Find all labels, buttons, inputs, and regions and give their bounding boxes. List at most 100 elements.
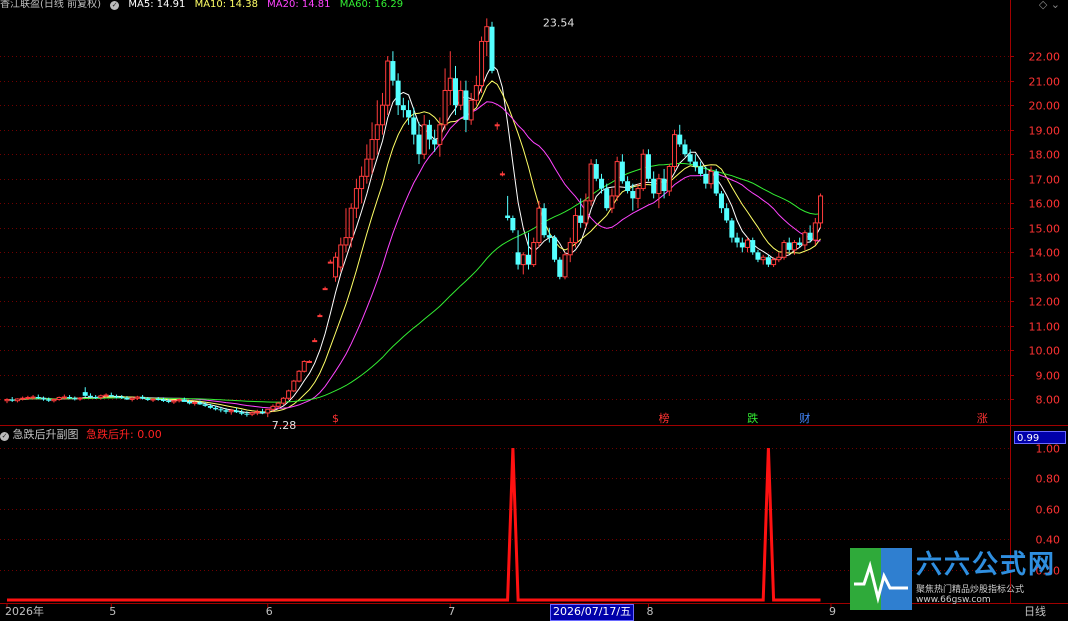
candle-body [411,117,417,135]
candle-body [333,256,339,278]
candle-body [713,171,719,194]
candle-body [614,161,620,197]
candle-body [46,399,52,401]
indicator-value: 急跌后升: 0.00 [86,428,162,441]
ma20-label: MA20: 14.81 [267,0,331,10]
price-tick-label: 13.00 [1029,272,1061,285]
candle-body [239,412,245,414]
candle-body [25,397,31,400]
candle-body [479,40,485,87]
candle-body [786,242,792,250]
candle-body [818,195,824,224]
candle-body [739,242,745,248]
candle-body [572,215,578,244]
candle-body [228,410,234,413]
candle-body [578,215,584,223]
candle-body [703,173,709,184]
candle-body [353,188,359,209]
candle-body [4,398,10,402]
indicator-toggle-icon[interactable]: ✓ [0,432,9,441]
candle-body [67,397,73,399]
candle-body [364,158,370,177]
candle-body [265,408,271,414]
candle-body [61,396,67,399]
ma60-label: MA60: 16.29 [339,0,404,10]
watermark-title: 六六公式网 [916,550,1057,580]
candle-body [588,163,594,202]
candle-body [750,240,756,253]
price-annotation: 23.54 [543,16,575,29]
candle-body [468,99,474,121]
candle-body [145,398,151,400]
candle-body [765,257,771,265]
candle-body [213,407,219,410]
candle-body [400,105,406,111]
price-tick-label: 11.00 [1029,321,1061,334]
candle-body [546,235,552,238]
candle-body [233,410,239,413]
x-axis-label: 7 [448,605,456,618]
candle-body [301,360,307,372]
candle-body [666,166,672,192]
candle-body [531,242,537,266]
window-controls: ◇ ⌄ [1039,0,1060,11]
candle-body [656,178,662,194]
candle-body [134,396,140,399]
candle-body [640,153,646,190]
candle-body [41,398,47,400]
candle-body [510,218,516,231]
candle-body [218,409,224,411]
chevron-down-icon[interactable]: ⌄ [1051,0,1060,11]
candle-body [484,26,490,42]
candle-body [552,237,558,260]
candle-body [698,166,704,174]
candle-body [275,402,281,407]
event-marker: 涨 [977,412,988,425]
candle-body [72,398,78,400]
candle-body [312,340,318,343]
candle-body [526,254,531,265]
price-tick-label: 18.00 [1029,149,1061,162]
price-tick-label: 14.00 [1029,247,1061,260]
candle-body [494,124,500,127]
candle-body [306,360,312,363]
candle-body [442,89,448,126]
candle-body [9,399,15,401]
candle-body [452,78,458,106]
candle-body [181,399,187,402]
candle-body [343,237,349,246]
candle-body [692,161,698,167]
candle-body [807,232,813,241]
candle-body [562,254,568,278]
candle-body [14,398,20,402]
price-tick-label: 10.00 [1029,345,1061,358]
candle-body [338,244,344,268]
price-tick-label: 20.00 [1029,100,1061,113]
candle-body [421,124,427,155]
ma-line-ma20 [6,101,821,409]
indicator-line [7,447,821,602]
candle-body [599,178,605,189]
candle-body [286,390,292,399]
candle-body [781,242,787,258]
ma-line-ma60 [6,162,821,403]
watermark: 六六公式网 聚焦热门精品炒股指标公式 www.66gsw.com [850,548,1060,610]
event-marker: 榜 [659,411,670,425]
candle-body [87,395,93,398]
price-tick-label: 15.00 [1029,223,1061,236]
candle-body [56,397,62,400]
candle-body [499,173,505,176]
candle-body [645,154,651,179]
chart-canvas[interactable]: 8.00 9.00 10.00 11.00 12.00 13.00 14.00 15.00 16… [0,0,1068,621]
indicator-tick-label: 0.60 [1036,504,1061,517]
ma-toggle-icon[interactable]: ✓ [110,1,120,10]
candle-body [708,170,714,185]
candle-body [812,222,818,241]
diamond-icon[interactable]: ◇ [1039,0,1047,11]
candle-body [609,195,615,209]
candle-body [291,380,297,392]
x-axis-label: 2026年 [5,605,44,618]
candle-body [406,110,412,118]
candle-body [520,254,526,266]
candle-body [114,396,120,398]
